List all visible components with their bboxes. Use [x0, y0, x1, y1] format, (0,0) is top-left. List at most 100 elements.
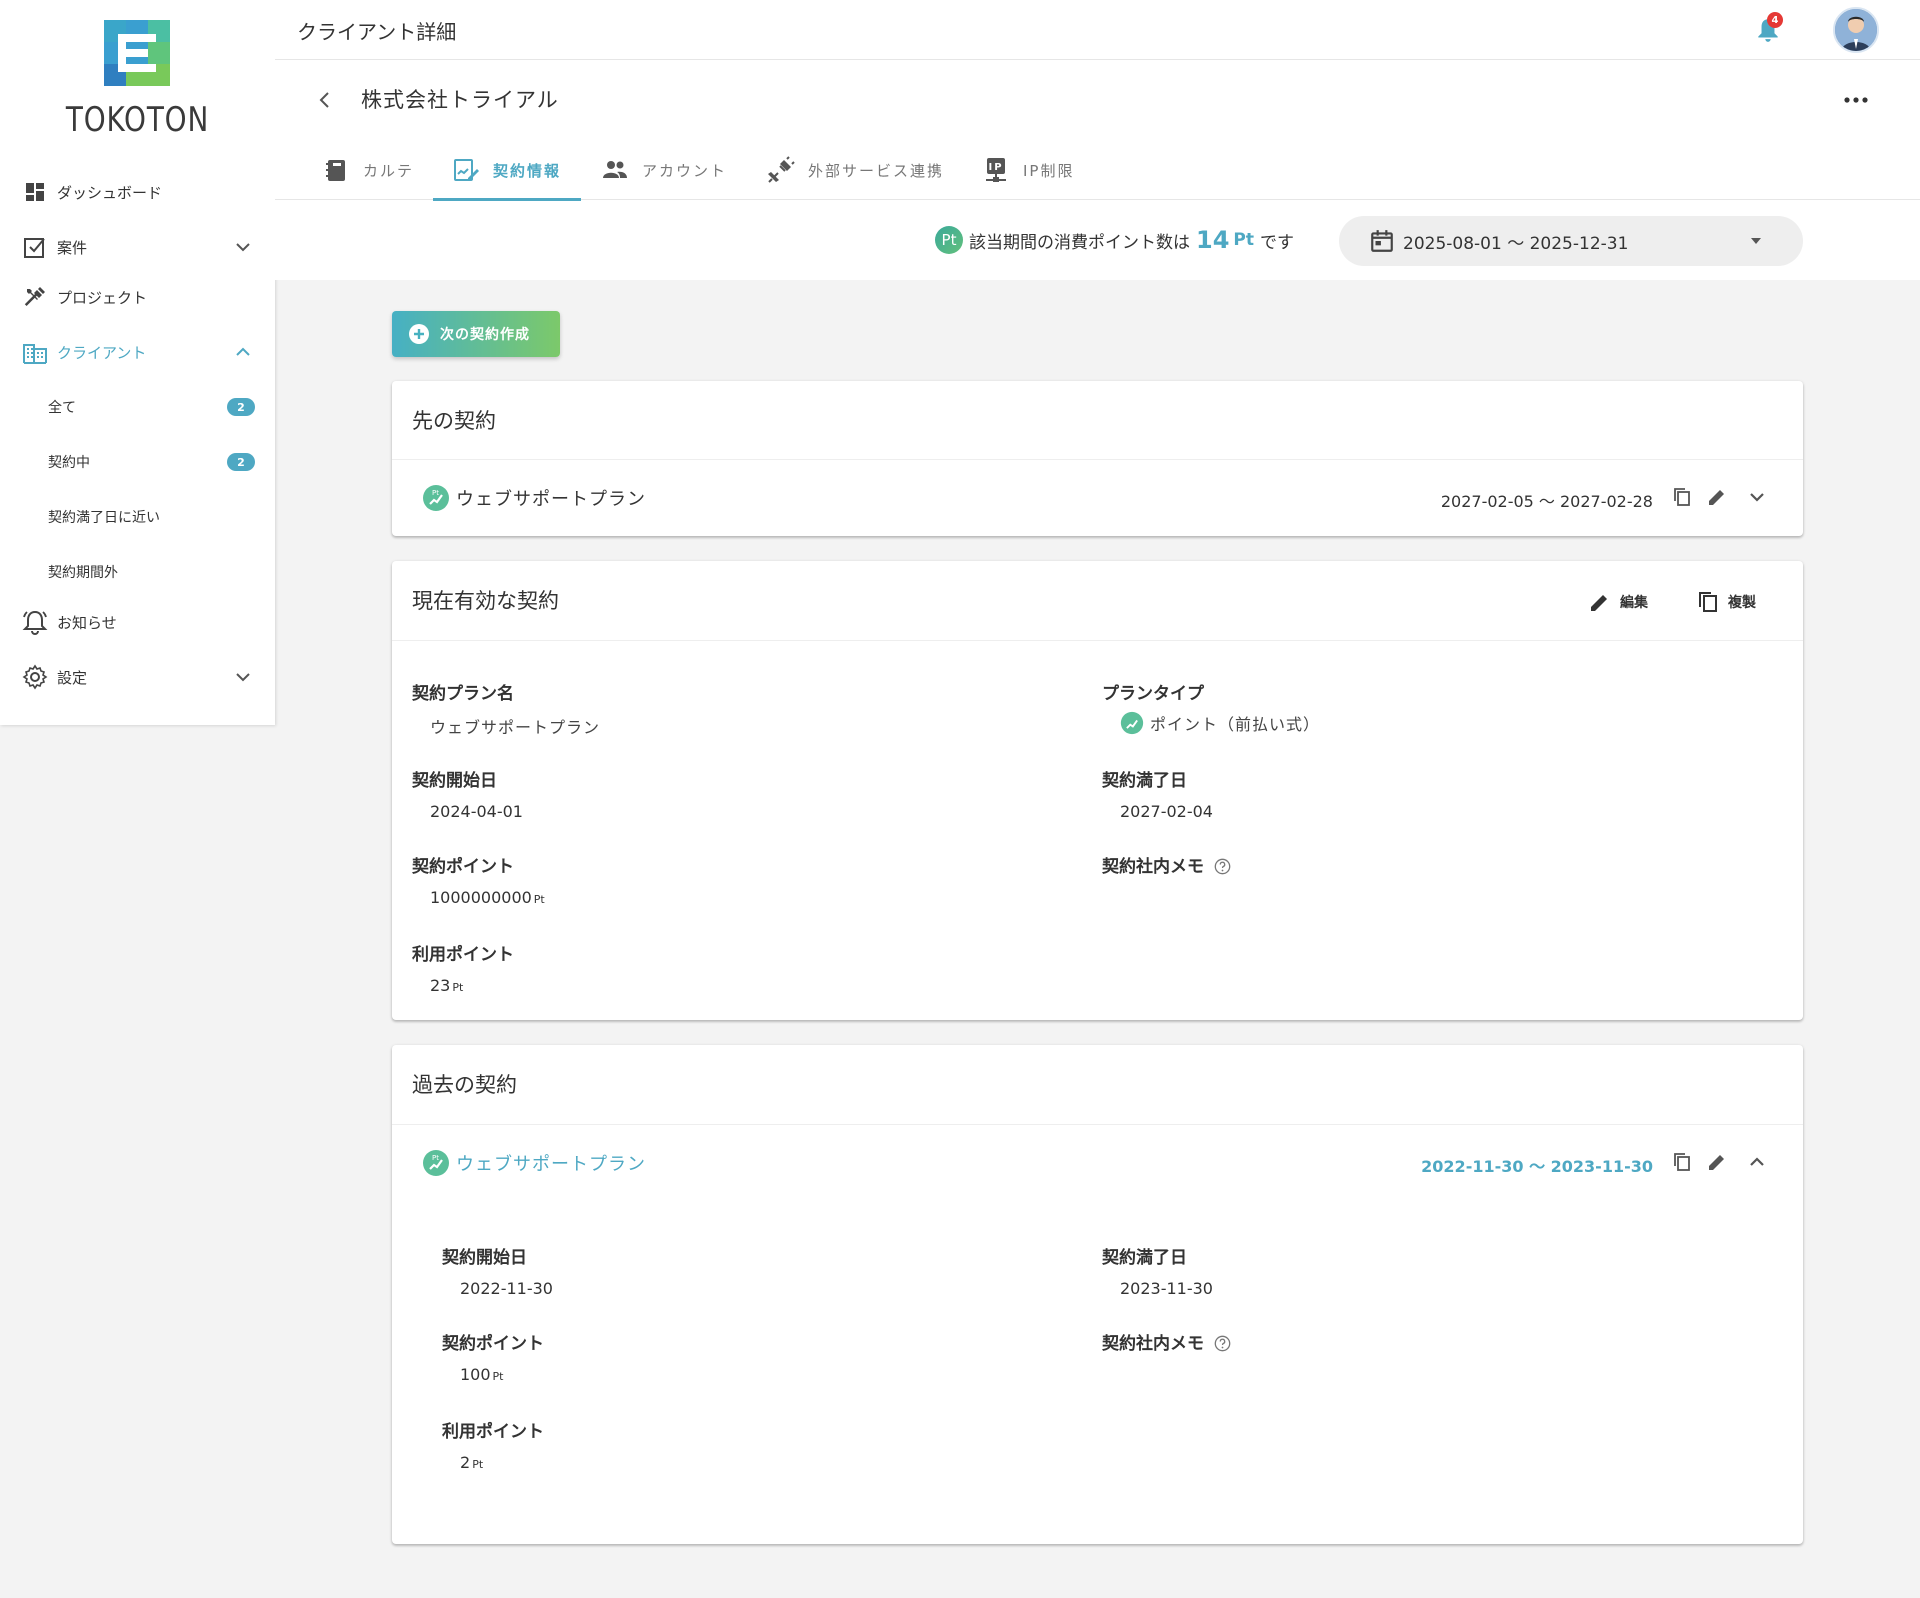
sidebar-subitem-near-expiry[interactable]: 契約満了日に近い [0, 492, 275, 542]
user-avatar[interactable] [1833, 7, 1879, 53]
points-value: 14 [1196, 226, 1230, 254]
top-app-bar: クライアント詳細 4 [275, 0, 1920, 60]
edit-button[interactable]: 編集 [1588, 589, 1648, 615]
field-value: 2022-11-30 [460, 1279, 553, 1298]
sidebar: TOKOTON ダッシュボード 案件 プロジェクト クライアント 全て 2 契約… [0, 0, 275, 725]
field-value: 23 [430, 976, 451, 995]
used-points-value: 23 Pt [430, 976, 463, 995]
chevron-down-icon[interactable] [233, 237, 253, 257]
consumed-points-summary: Pt 該当期間の消費ポイント数は 14 Pt です [935, 222, 1294, 258]
chevron-down-icon[interactable] [233, 667, 253, 687]
more-options-icon[interactable] [1841, 90, 1871, 110]
tab-ip-restriction[interactable]: IP IP制限 [981, 140, 1074, 200]
field-value: 2 [460, 1453, 471, 1472]
sidebar-subitem-active[interactable]: 契約中 2 [0, 437, 275, 487]
user-photo-icon [1835, 9, 1877, 51]
field-label: 契約開始日 [412, 771, 497, 791]
count-badge: 2 [227, 398, 255, 416]
sidebar-item-notifications[interactable]: お知らせ [0, 597, 275, 647]
edit-pencil-icon[interactable] [1706, 486, 1728, 508]
points-prefix: 該当期間の消費ポイント数は [969, 232, 1190, 253]
field-label: 契約満了日 [1102, 1248, 1187, 1268]
sidebar-item-settings[interactable]: 設定 [0, 652, 275, 702]
tab-karte[interactable]: カルテ [321, 140, 414, 200]
help-circle-icon[interactable] [1214, 858, 1231, 875]
tokoton-logo-icon [104, 20, 170, 86]
gear-icon [21, 663, 49, 691]
card-title: 現在有効な契約 [412, 589, 559, 613]
sidebar-item-cases[interactable]: 案件 [0, 222, 275, 272]
add-circle-icon [409, 324, 429, 344]
create-next-contract-button[interactable]: 次の契約作成 [392, 311, 560, 357]
unit-label: Pt [472, 1458, 484, 1471]
points-unit: Pt [1233, 230, 1254, 250]
unit-label: Pt [492, 1370, 504, 1383]
sidebar-item-label: クライアント [57, 343, 147, 362]
points-badge-icon: Pt [935, 226, 963, 254]
svg-text:IP: IP [988, 162, 1003, 173]
tab-accounts[interactable]: アカウント [600, 140, 727, 200]
field-label: 契約社内メモ [1102, 857, 1204, 877]
back-arrow-icon[interactable] [313, 88, 337, 112]
building-icon [21, 338, 49, 366]
point-plan-icon [1120, 711, 1144, 735]
copy-icon [1699, 592, 1717, 612]
memo-label: 契約社内メモ [1102, 852, 1231, 877]
divider [392, 640, 1803, 641]
tab-label: カルテ [363, 161, 415, 180]
contract-dates: 2022-11-30 〜 2023-11-30 [1421, 1157, 1653, 1176]
bell-ring-icon [21, 608, 49, 636]
copy-icon[interactable] [1671, 486, 1693, 508]
duplicate-button[interactable]: 複製 [1696, 589, 1756, 615]
notification-count-badge: 4 [1767, 12, 1783, 28]
chevron-down-icon[interactable] [1746, 486, 1768, 508]
sidebar-item-label: プロジェクト [57, 288, 148, 307]
chevron-up-icon[interactable] [1746, 1151, 1768, 1173]
tab-external-services[interactable]: 外部サービス連携 [766, 140, 944, 200]
copy-icon[interactable] [1671, 1151, 1693, 1173]
contract-dates: 2027-02-05 〜 2027-02-28 [1440, 492, 1653, 511]
field-value: 1000000000 [430, 888, 532, 907]
field-label: 利用ポイント [442, 1422, 544, 1442]
sidebar-subitem-all[interactable]: 全て 2 [0, 382, 275, 432]
field-label: 契約社内メモ [1102, 1334, 1204, 1354]
future-contracts-card: 先の契約 Pt ウェブサポートプラン 2027-02-05 〜 2027-02-… [392, 381, 1803, 536]
contract-row[interactable]: Pt ウェブサポートプラン 2027-02-05 〜 2027-02-28 [392, 460, 1803, 536]
field-label: 利用ポイント [412, 945, 514, 965]
sidebar-item-projects[interactable]: プロジェクト [0, 272, 275, 322]
sidebar-item-label: 設定 [57, 668, 88, 687]
tab-contract-info[interactable]: 契約情報 [432, 140, 582, 201]
sidebar-item-dashboard[interactable]: ダッシュボード [0, 167, 275, 217]
client-tabs: カルテ 契約情報 アカウント 外部サービス連携 IP IP制限 [275, 140, 1920, 201]
sidebar-item-clients[interactable]: クライアント [0, 327, 275, 377]
edit-pencil-icon [1591, 595, 1607, 611]
chevron-up-icon[interactable] [233, 342, 253, 362]
card-title: 過去の契約 [412, 1073, 517, 1097]
plan-type-value: ポイント（前払い式） [1120, 711, 1320, 735]
date-range-select[interactable]: 2025-08-01 〜 2025-12-31 [1339, 216, 1803, 266]
notebook-icon [321, 155, 351, 185]
sidebar-subitem-out-of-term[interactable]: 契約期間外 [0, 547, 275, 597]
help-circle-icon[interactable] [1214, 1335, 1231, 1352]
count-badge: 2 [227, 453, 255, 471]
field-value: ウェブサポートプラン [430, 718, 601, 737]
field-label: 契約開始日 [442, 1248, 527, 1268]
logo-text: TOKOTON [65, 100, 210, 140]
sidebar-subitem-label: 契約満了日に近い [48, 510, 160, 526]
unit-label: Pt [533, 893, 545, 906]
plug-icon [766, 155, 796, 185]
task-check-icon [21, 233, 49, 261]
field-label: 契約ポイント [412, 857, 514, 877]
sidebar-item-label: ダッシュボード [57, 183, 163, 202]
app-logo[interactable]: TOKOTON [0, 0, 275, 150]
people-icon [600, 155, 630, 185]
past-contracts-card: 過去の契約 Pt ウェブサポートプラン 2022-11-30 〜 2023-11… [392, 1045, 1803, 1544]
field-value: 2027-02-04 [1120, 802, 1213, 821]
edit-pencil-icon[interactable] [1706, 1151, 1728, 1173]
field-label: 契約プラン名 [412, 684, 514, 704]
field-value: ポイント（前払い式） [1150, 715, 1321, 734]
contract-row[interactable]: Pt ウェブサポートプラン 2022-11-30 〜 2023-11-30 [392, 1125, 1803, 1201]
duplicate-label: 複製 [1728, 595, 1756, 611]
plan-name: ウェブサポートプラン [456, 1154, 646, 1175]
field-label: プランタイプ [1102, 684, 1204, 704]
